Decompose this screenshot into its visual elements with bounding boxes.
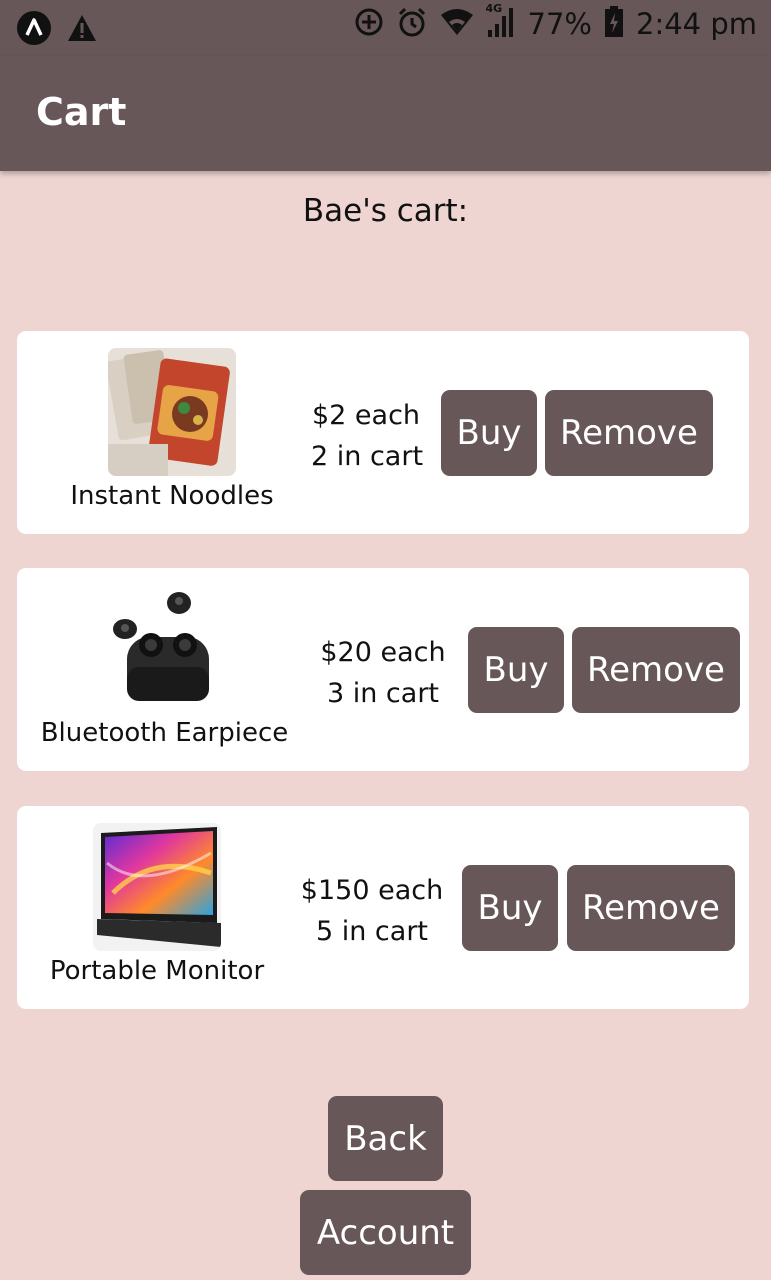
data-saver-icon <box>354 7 384 41</box>
product-info: $150 each 5 in cart <box>299 870 445 952</box>
cart-item-instant-noodles: Instant Noodles $2 each 2 in cart Buy Re… <box>17 331 749 534</box>
buy-button[interactable]: Buy <box>441 390 537 476</box>
product-name: Portable Monitor <box>49 956 265 986</box>
product-image <box>108 348 236 476</box>
warning-icon <box>66 13 98 47</box>
account-button[interactable]: Account <box>300 1190 471 1275</box>
buy-button[interactable]: Buy <box>468 627 564 713</box>
buy-button[interactable]: Buy <box>462 865 558 951</box>
product-info: $2 each 2 in cart <box>311 395 424 477</box>
product-image <box>93 823 221 951</box>
app-bar: Cart <box>0 56 771 171</box>
product-name: Bluetooth Earpiece <box>40 718 289 748</box>
page-title: Cart <box>36 90 127 134</box>
product-info: $20 each 3 in cart <box>319 632 447 714</box>
cart-item-portable-monitor: Portable Monitor $150 each 5 in cart Buy… <box>17 806 749 1009</box>
remove-button[interactable]: Remove <box>572 627 740 713</box>
remove-button[interactable]: Remove <box>567 865 735 951</box>
product-image <box>103 585 231 713</box>
battery-percent: 77% <box>527 7 592 41</box>
cart-heading: Bae's cart: <box>302 193 469 229</box>
clock: 2:44 pm <box>636 7 757 41</box>
product-price: $150 each <box>300 875 444 906</box>
product-price: $2 each <box>311 400 421 431</box>
product-price: $20 each <box>320 637 446 668</box>
battery-charging-icon <box>604 6 624 42</box>
product-name: Instant Noodles <box>70 481 274 511</box>
product-quantity: 3 in cart <box>326 678 440 709</box>
back-button[interactable]: Back <box>328 1096 443 1181</box>
product-quantity: 5 in cart <box>315 916 429 947</box>
status-bar: 4G 77% 2:44 pm <box>0 0 771 56</box>
cellular-signal-icon: 4G <box>486 2 516 42</box>
cart-item-bluetooth-earpiece: Bluetooth Earpiece $20 each 3 in cart Bu… <box>17 568 749 771</box>
product-quantity: 2 in cart <box>311 441 424 472</box>
alarm-icon <box>396 6 428 42</box>
remove-button[interactable]: Remove <box>545 390 713 476</box>
app-logo-icon <box>16 10 52 50</box>
network-type-label: 4G <box>485 2 503 15</box>
wifi-icon <box>440 8 474 40</box>
